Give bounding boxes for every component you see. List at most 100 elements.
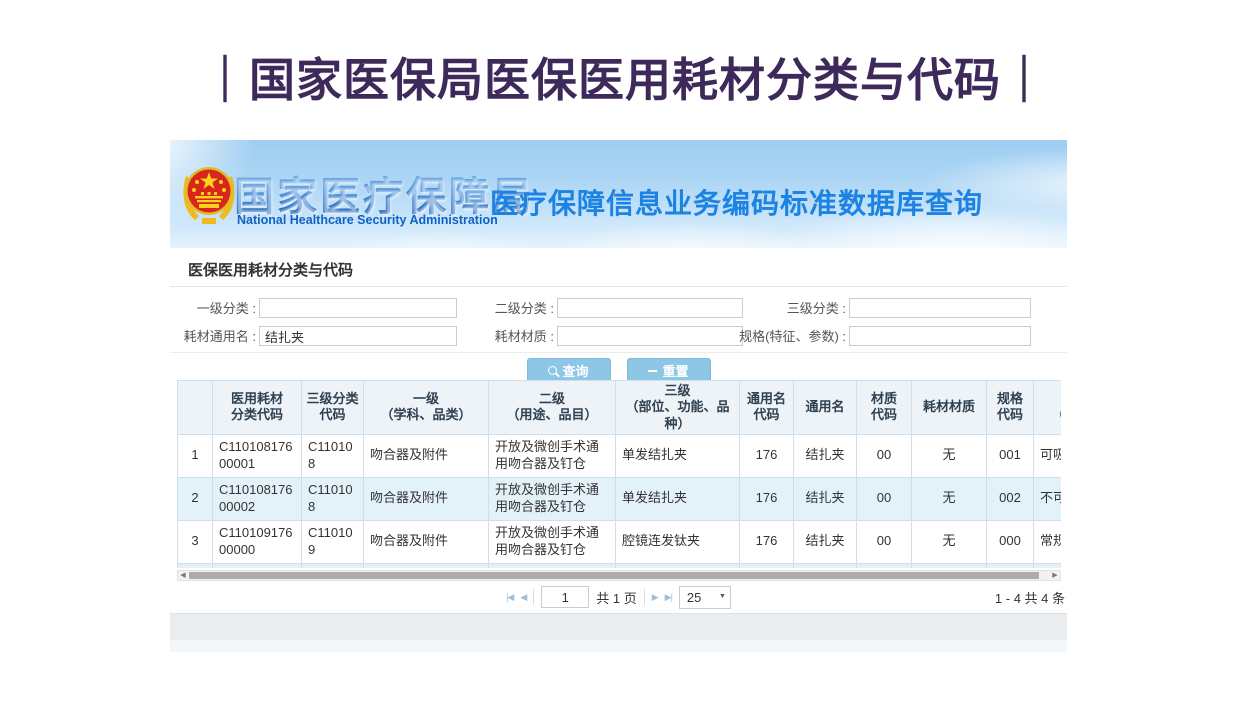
magnifier-icon <box>548 366 557 375</box>
label-material: 耗材材质 : <box>460 326 554 348</box>
table-cell: 常规 <box>1034 520 1062 563</box>
form-separator <box>170 352 1067 353</box>
table-cell: C11021017600000 <box>213 563 302 568</box>
table-row[interactable]: 2C11010817600002C110108吻合器及附件开放及微创手术通用吻合… <box>178 477 1062 520</box>
table-cell: C11010817600002 <box>213 477 302 520</box>
column-header: 三级（部位、功能、品种） <box>616 381 740 435</box>
table-cell: 00 <box>857 563 912 568</box>
last-page-icon[interactable]: ▶| <box>665 592 672 603</box>
national-emblem-icon <box>180 162 238 226</box>
table-cell: 开放及微创手术通用吻合器及钉仓 <box>489 477 616 520</box>
table-cell: 00 <box>857 434 912 477</box>
table-cell: 吻合器及附件 <box>364 520 489 563</box>
column-header: 材质代码 <box>857 381 912 435</box>
table-cell: 开放连发钛夹 <box>616 563 740 568</box>
table-cell: 腔镜连发钛夹 <box>616 520 740 563</box>
table-cell: 176 <box>740 520 794 563</box>
table-cell: 单发结扎夹 <box>616 434 740 477</box>
common-name-input[interactable] <box>259 326 457 346</box>
reset-button-label: 重置 <box>662 361 688 380</box>
table-cell: C11010817600001 <box>213 434 302 477</box>
column-header: 通用名代码 <box>740 381 794 435</box>
scrollbar-thumb[interactable] <box>189 572 1039 579</box>
table-cell: 3 <box>178 520 213 563</box>
table-cell: 176 <box>740 563 794 568</box>
page-number-input[interactable] <box>541 586 589 608</box>
table-cell: 单发结扎夹 <box>616 477 740 520</box>
table-cell: 结扎夹 <box>794 434 857 477</box>
next-page-icon[interactable]: ▶ <box>652 592 658 603</box>
column-header: 一级（学科、品类） <box>364 381 489 435</box>
table-cell: 结扎夹 <box>794 563 857 568</box>
column-header: 规格（特征、参数） <box>1034 381 1062 435</box>
table-row[interactable]: 3C11010917600000C110109吻合器及附件开放及微创手术通用吻合… <box>178 520 1062 563</box>
label-spec: 规格(特征、参数) : <box>715 326 846 348</box>
table-row[interactable]: 1C11010817600001C110108吻合器及附件开放及微创手术通用吻合… <box>178 434 1062 477</box>
label-common-name: 耗材通用名 : <box>170 326 256 348</box>
table-cell: 001 <box>987 434 1034 477</box>
table-cell: C110108 <box>302 477 364 520</box>
column-header: 耗材材质 <box>912 381 987 435</box>
label-level1: 一级分类 : <box>170 298 256 320</box>
table-cell: C110108 <box>302 434 364 477</box>
page-caption: ｜国家医保局医保医用耗材分类与代码｜ <box>0 44 1250 110</box>
table-cell: 吻合器及附件 <box>364 477 489 520</box>
table-cell: 无 <box>912 520 987 563</box>
table-cell: 无 <box>912 477 987 520</box>
table-cell: 176 <box>740 477 794 520</box>
prev-page-icon[interactable]: ◀ <box>520 592 526 603</box>
page-size-select[interactable]: 25 ▼ <box>679 586 731 609</box>
table-cell: 可吸收 <box>1034 434 1062 477</box>
level1-input[interactable] <box>259 298 457 318</box>
page-size-value: 25 <box>680 590 701 605</box>
column-header: 通用名 <box>794 381 857 435</box>
table-cell: 吻合器及附件 <box>364 434 489 477</box>
total-pages-label: 共 1 页 <box>596 588 636 607</box>
table-cell: 00 <box>857 520 912 563</box>
horizontal-scrollbar[interactable]: ◀ ▶ <box>177 570 1061 581</box>
table-cell: 不可吸收 <box>1034 477 1062 520</box>
results-grid: 医用耗材分类代码三级分类代码一级（学科、品类）二级（用途、品目）三级（部位、功能… <box>177 380 1061 568</box>
level2-input[interactable] <box>557 298 743 318</box>
table-cell: 无 <box>912 563 987 568</box>
minus-icon <box>648 370 657 372</box>
table-cell: 176 <box>740 434 794 477</box>
section-bar: 医保医用耗材分类与代码 <box>170 248 1067 287</box>
spec-input[interactable] <box>849 326 1031 346</box>
first-page-icon[interactable]: |◀ <box>506 592 513 603</box>
grid-header-row: 医用耗材分类代码三级分类代码一级（学科、品类）二级（用途、品目）三级（部位、功能… <box>178 381 1062 435</box>
column-header <box>178 381 213 435</box>
pager-divider <box>533 589 534 605</box>
table-cell: 吻合器及附件 <box>364 563 489 568</box>
table-cell: 结扎夹 <box>794 477 857 520</box>
table-cell: 开放及微创手术通用吻合器及钉仓 <box>489 434 616 477</box>
table-cell: C110210 <box>302 563 364 568</box>
label-level2: 二级分类 : <box>460 298 554 320</box>
content-panel: 国家医疗保障局 National Healthcare Security Adm… <box>170 140 1067 652</box>
table-cell: 1 <box>178 434 213 477</box>
table-cell: 无 <box>912 434 987 477</box>
table-cell: 002 <box>987 477 1034 520</box>
table-cell: 开放及微创手术通用吻合器及钉仓 <box>489 520 616 563</box>
record-range-label: 1 - 4 共 4 条 <box>995 582 1065 612</box>
scroll-left-icon[interactable]: ◀ <box>178 571 188 580</box>
table-cell: 开放手术用吻合器及钉仓 <box>489 563 616 568</box>
table-row[interactable]: 4C11021017600000C110210吻合器及附件开放手术用吻合器及钉仓… <box>178 563 1062 568</box>
footer-band-light <box>170 640 1067 652</box>
footer-band <box>170 613 1067 641</box>
org-name-en: National Healthcare Security Administrat… <box>237 213 498 227</box>
chevron-down-icon: ▼ <box>719 593 726 600</box>
column-header: 规格代码 <box>987 381 1034 435</box>
page: ｜国家医保局医保医用耗材分类与代码｜ 国家医疗保障局 National Heal… <box>0 0 1250 717</box>
table-cell: 000 <box>987 563 1034 568</box>
level3-input[interactable] <box>849 298 1031 318</box>
pagination-bar: |◀ ◀ 共 1 页 ▶ ▶| 25 ▼ 1 - 4 共 4 条 <box>170 582 1067 612</box>
table-cell: 4 <box>178 563 213 568</box>
search-button-label: 查询 <box>562 361 588 380</box>
pager-divider <box>644 589 645 605</box>
scroll-right-icon[interactable]: ▶ <box>1050 571 1060 580</box>
header-banner: 国家医疗保障局 National Healthcare Security Adm… <box>170 140 1067 248</box>
column-header: 三级分类代码 <box>302 381 364 435</box>
column-header: 二级（用途、品目） <box>489 381 616 435</box>
table-cell: 结扎夹 <box>794 520 857 563</box>
